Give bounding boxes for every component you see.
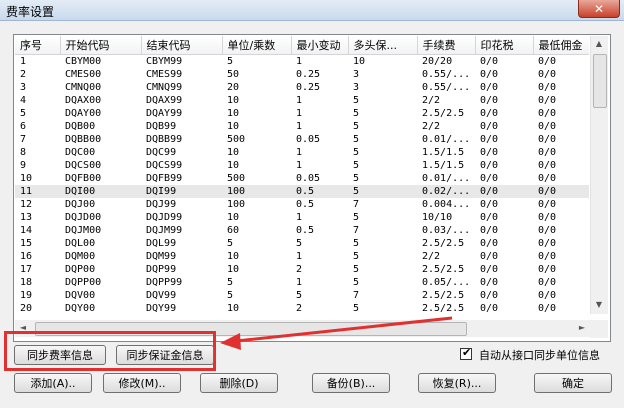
sync-margin-button[interactable]: 同步保证金信息 xyxy=(116,345,214,365)
sync-rate-button[interactable]: 同步费率信息 xyxy=(14,345,106,365)
ok-button[interactable]: 确定 xyxy=(534,373,612,393)
edit-button[interactable]: 修改(M).. xyxy=(103,373,181,393)
auto-sync-label: 自动从接口同步单位信息 xyxy=(479,349,600,362)
auto-sync-checkbox[interactable]: ✔ xyxy=(460,346,472,360)
check-icon: ✔ xyxy=(462,346,472,359)
restore-button[interactable]: 恢复(R)... xyxy=(418,373,496,393)
backup-button[interactable]: 备份(B)... xyxy=(312,373,390,393)
add-button[interactable]: 添加(A).. xyxy=(14,373,92,393)
delete-button[interactable]: 删除(D) xyxy=(200,373,278,393)
